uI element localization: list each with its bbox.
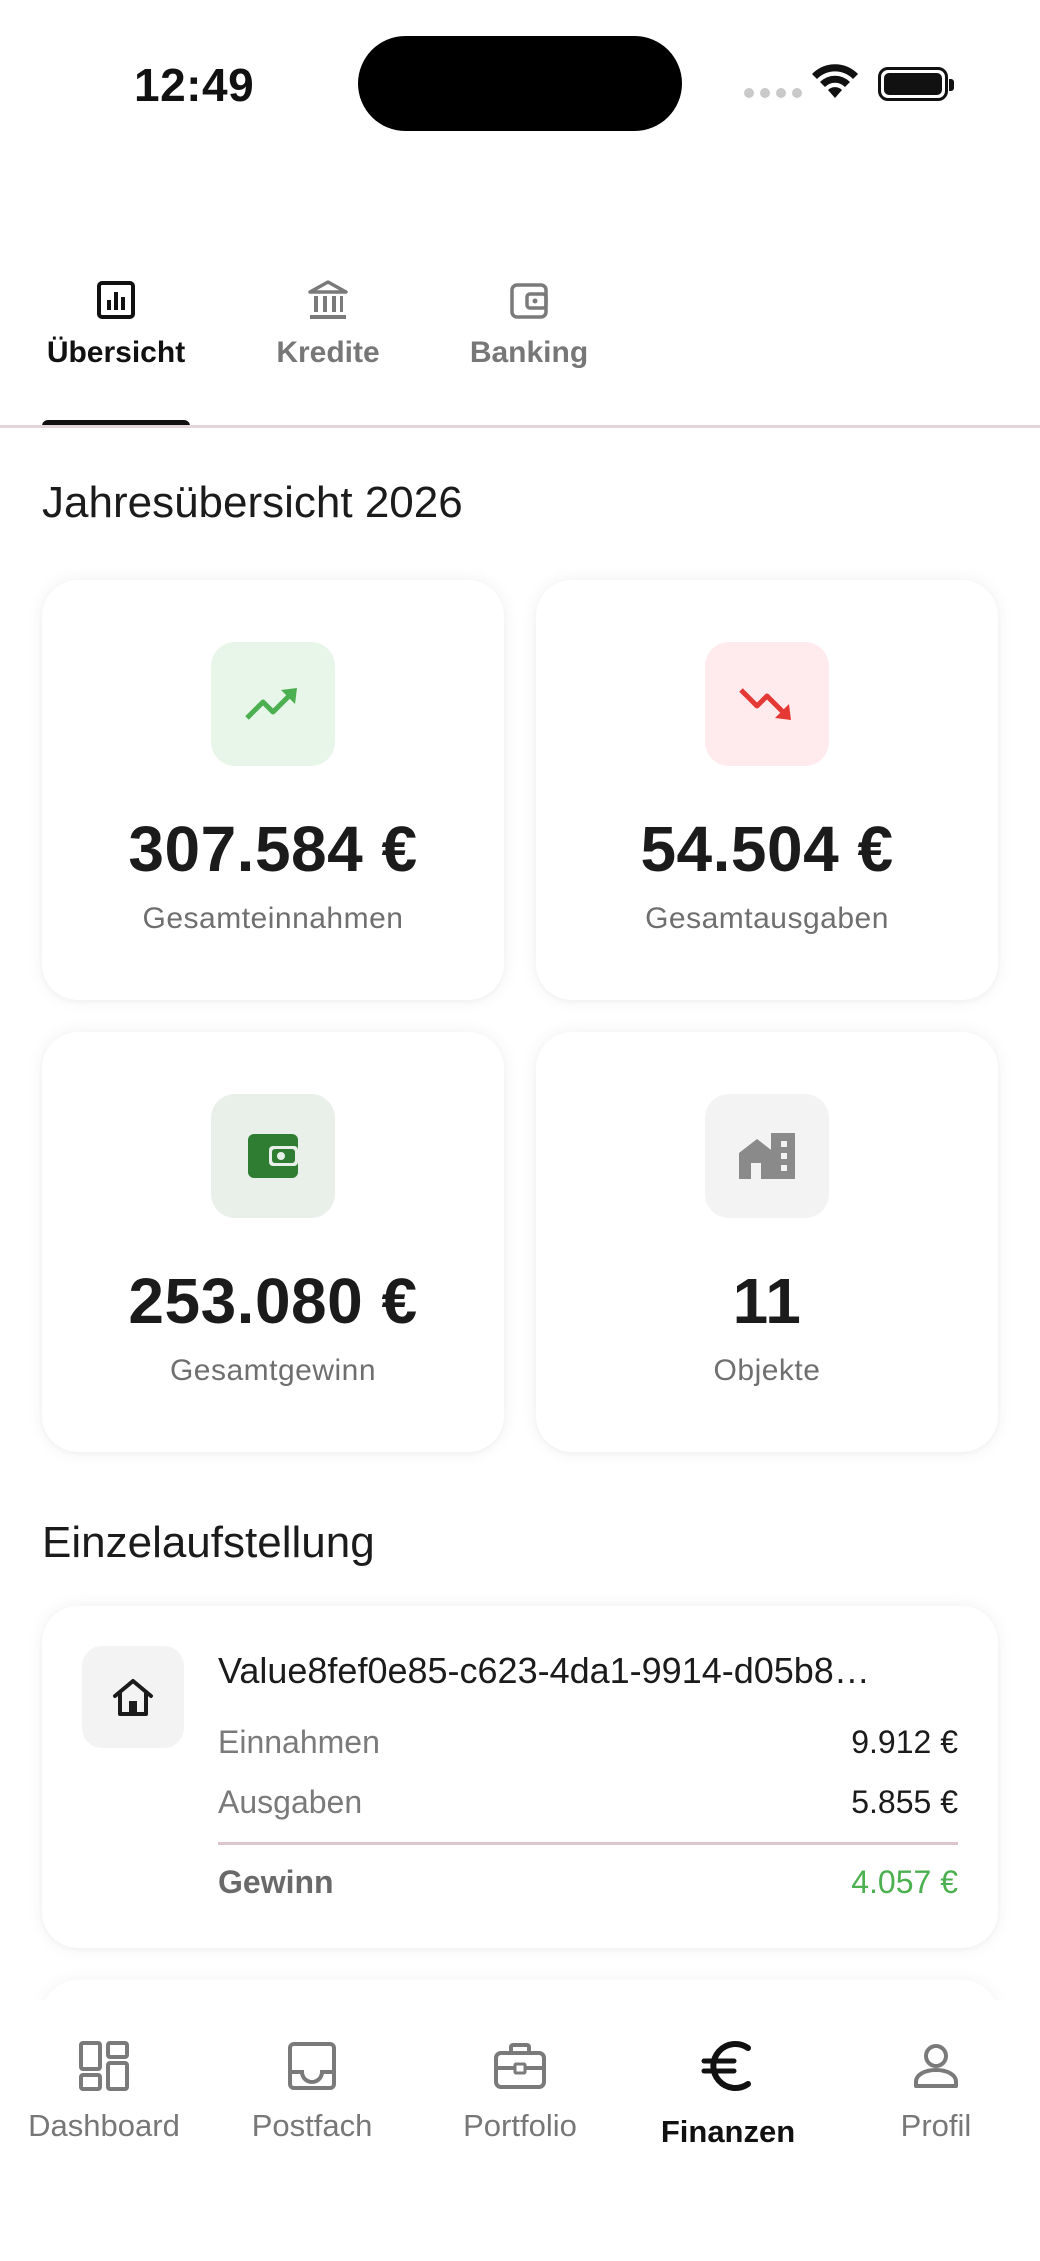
home-icon [113,1679,153,1716]
status-time: 12:49 [134,59,255,111]
nav-label: Profil [900,2108,972,2143]
profit-icon-box [211,1094,335,1218]
profit-row-value: 4.057 € [851,1864,958,1900]
nav-dashboard[interactable]: Dashboard [0,2038,208,2144]
briefcase-icon [494,2043,546,2089]
chart-icon [97,281,135,319]
profit-row: Gewinn 4.057 € [218,1864,958,1901]
list-item-divider [218,1842,958,1845]
expenses-card: 54.504 € Gesamtausgaben [536,580,998,1000]
tab-label: Kredite [276,336,380,369]
property-list-item[interactable]: Value8fef0e85-c623-4da1-9914-d05b8… Einn… [42,1606,998,1948]
expenses-label: Gesamtausgaben [645,902,889,935]
overview-title: Jahresübersicht 2026 [42,478,463,527]
expenses-row: Ausgaben 5.855 € [218,1784,958,1821]
status-bar: 12:49 [0,0,1040,170]
objects-label: Objekte [713,1354,821,1387]
nav-label: Portfolio [463,2108,577,2143]
person-icon [914,2044,958,2088]
expenses-row-label: Ausgaben [218,1784,363,1820]
property-name: Value8fef0e85-c623-4da1-9914-d05b8… [218,1650,870,1691]
income-row-label: Einnahmen [218,1724,380,1760]
nav-label: Finanzen [660,2114,796,2149]
dashboard-icon [79,2041,129,2091]
income-row: Einnahmen 9.912 € [218,1724,958,1761]
trending-up-icon [245,688,297,720]
income-icon-box [211,642,335,766]
income-row-value: 9.912 € [851,1724,958,1760]
nav-portfolio[interactable]: Portfolio [416,2038,624,2144]
tab-uebersicht[interactable]: Übersicht [42,270,190,428]
nav-label: Dashboard [28,2108,180,2143]
nav-label: Postfach [251,2108,373,2143]
trending-down-icon [739,688,791,720]
cellular-signal-icon [744,88,802,98]
bank-icon [308,280,348,319]
tab-label: Übersicht [46,336,186,369]
expenses-value: 54.504 € [640,813,894,885]
euro-icon [701,2041,751,2091]
income-card: 307.584 € Gesamteinnahmen [42,580,504,1000]
buildings-icon [739,1133,795,1179]
dynamic-island [358,36,682,131]
tabs-divider [0,425,1040,428]
nav-finanzen[interactable]: Finanzen [624,2038,832,2150]
income-label: Gesamteinnahmen [142,902,404,935]
profit-row-label: Gewinn [218,1864,334,1900]
wallet-icon [510,283,548,319]
breakdown-title: Einzelaufstellung [42,1518,375,1567]
objects-value: 11 [732,1265,802,1337]
wifi-icon [812,64,858,98]
nav-profil[interactable]: Profil [832,2038,1040,2144]
inbox-icon [288,2042,336,2090]
income-value: 307.584 € [128,813,418,885]
tab-label: Banking [469,336,589,369]
nav-postfach[interactable]: Postfach [208,2038,416,2144]
property-icon-box [82,1646,184,1748]
profit-label: Gesamtgewinn [169,1354,377,1387]
finance-tabs: Übersicht Kredite Banking [0,270,1040,428]
expenses-row-value: 5.855 € [851,1784,958,1820]
profit-card: 253.080 € Gesamtgewinn [42,1032,504,1452]
wallet-icon [248,1134,298,1178]
tab-kredite[interactable]: Kredite [258,270,398,428]
bottom-navigation: Dashboard Postfach Portfolio Finanzen Pr… [0,2000,1040,2261]
battery-icon [878,67,954,101]
objects-card: 11 Objekte [536,1032,998,1452]
tab-banking[interactable]: Banking [462,270,596,428]
profit-value: 253.080 € [128,1265,418,1337]
objects-icon-box [705,1094,829,1218]
expenses-icon-box [705,642,829,766]
